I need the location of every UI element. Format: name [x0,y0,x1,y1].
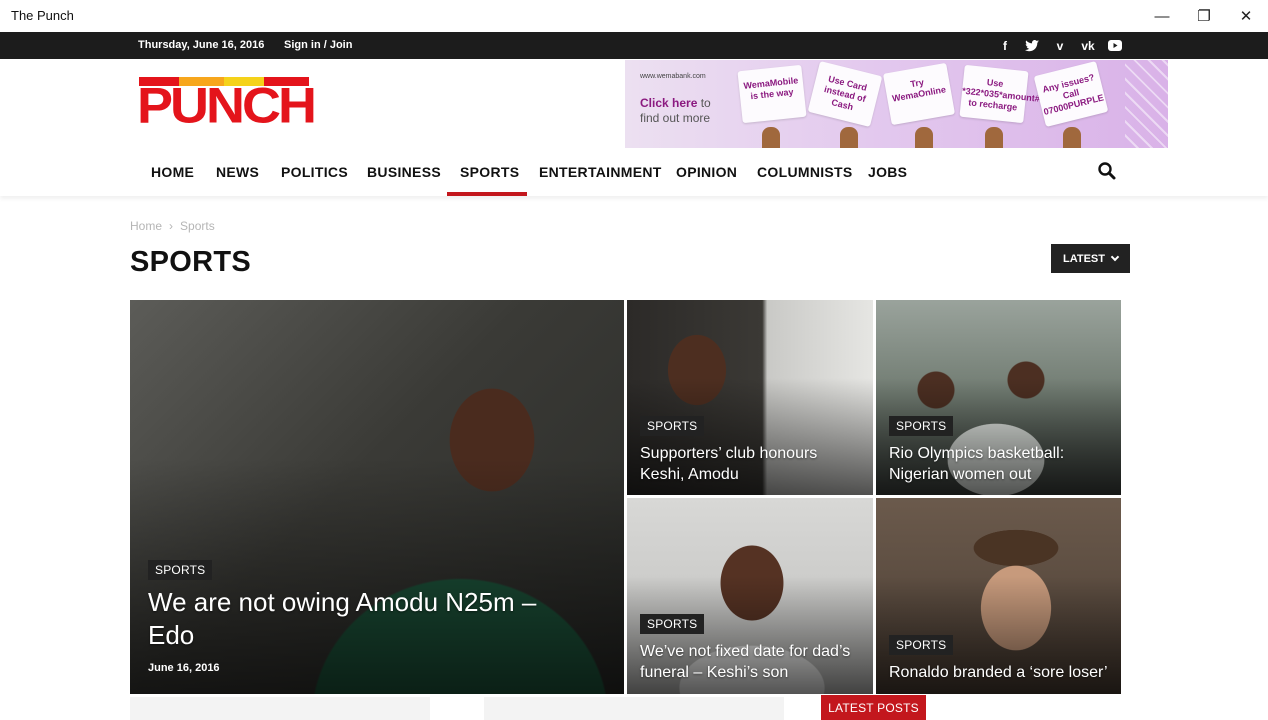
nav-item-business[interactable]: BUSINESS [367,164,441,180]
top-bar: Thursday, June 16, 2016 Sign in / Join f… [0,32,1268,59]
nav-item-entertainment[interactable]: ENTERTAINMENT [539,164,662,180]
ad-hand [915,127,933,148]
main-navigation: HOME NEWS POLITICS BUSINESS SPORTS ENTER… [0,148,1268,196]
category-badge[interactable]: SPORTS [889,635,954,655]
breadcrumb-current[interactable]: Sports [180,219,215,233]
maximize-button[interactable]: ❐ [1183,0,1225,32]
article-headline[interactable]: Ronaldo branded a ‘sore loser’ [889,662,1114,683]
youtube-icon[interactable] [1106,37,1124,54]
sort-dropdown-button[interactable]: LATEST [1051,244,1130,273]
article-date: June 16, 2016 [148,662,220,674]
minimize-button[interactable]: — [1141,0,1183,32]
ad-card: Use Card instead of Cash [807,61,883,127]
article-headline[interactable]: We’ve not fixed date for dad’s funeral –… [640,641,865,683]
ad-find-text: find out more [640,111,711,125]
logo-wordmark: PUNCH [137,78,317,134]
nav-item-opinion[interactable]: OPINION [676,164,737,180]
ad-click-text: Click here to [640,96,711,110]
ad-url: www.wemabank.com [640,73,706,80]
current-date: Thursday, June 16, 2016 [138,39,265,51]
ad-hand [1063,127,1081,148]
article-headline[interactable]: Supporters’ club honours Keshi, Amodu [640,443,865,485]
article-headline[interactable]: Rio Olympics basketball: Nigerian women … [889,443,1114,485]
twitter-icon[interactable] [1023,37,1041,54]
category-badge[interactable]: SPORTS [889,416,954,436]
breadcrumb-separator: › [169,219,174,233]
nav-item-jobs[interactable]: JOBS [868,164,907,180]
breadcrumb-home[interactable]: Home [130,219,162,233]
nav-active-indicator [447,192,527,196]
search-icon[interactable] [1097,161,1117,181]
featured-article[interactable]: SPORTS Supporters’ club honours Keshi, A… [627,300,873,495]
window-title-bar: The Punch — ❐ ✕ [0,0,1268,32]
ad-pattern [1125,60,1168,148]
ad-card: WemaMobile is the way [737,64,807,124]
window-title: The Punch [11,8,74,23]
ad-hand [762,127,780,148]
category-badge[interactable]: SPORTS [640,614,705,634]
article-card-placeholder [484,697,784,720]
nav-item-columnists[interactable]: COLUMNISTS [757,164,853,180]
vk-icon[interactable]: vk [1079,37,1097,54]
ad-hand [840,127,858,148]
featured-article[interactable]: SPORTS Rio Olympics basketball: Nigerian… [876,300,1121,495]
featured-article[interactable]: SPORTS Ronaldo branded a ‘sore loser’ [876,498,1121,694]
page-title: SPORTS [130,246,252,278]
ad-card: Try WemaOnline [882,62,956,126]
chevron-down-icon [1110,252,1120,261]
sign-in-link[interactable]: Sign in / Join [284,39,352,51]
sort-dropdown-label: LATEST [1063,252,1105,265]
breadcrumb: Home › Sports [130,219,215,233]
punch-logo[interactable]: PUNCH [137,77,317,132]
latest-posts-tab[interactable]: LATEST POSTS [821,695,926,720]
vimeo-icon[interactable]: v [1051,37,1069,54]
nav-item-home[interactable]: HOME [151,164,194,180]
ad-card: Any issues? Call 07000PURPLE [1033,61,1109,127]
nav-item-politics[interactable]: POLITICS [281,164,348,180]
article-headline[interactable]: We are not owing Amodu N25m – Edo [148,586,558,652]
ad-hand [985,127,1003,148]
featured-article-main[interactable]: SPORTS We are not owing Amodu N25m – Edo… [130,300,624,694]
close-button[interactable]: ✕ [1225,0,1267,32]
nav-item-news[interactable]: NEWS [216,164,259,180]
advertisement-banner[interactable]: www.wemabank.com Click here to find out … [625,60,1168,148]
category-badge[interactable]: SPORTS [148,560,213,580]
ad-card: Use *322*035*amount# to recharge [959,64,1040,124]
featured-article[interactable]: SPORTS We’ve not fixed date for dad’s fu… [627,498,873,694]
facebook-icon[interactable]: f [996,37,1014,54]
nav-item-sports[interactable]: SPORTS [460,164,519,180]
category-badge[interactable]: SPORTS [640,416,705,436]
article-card-placeholder [130,697,430,720]
